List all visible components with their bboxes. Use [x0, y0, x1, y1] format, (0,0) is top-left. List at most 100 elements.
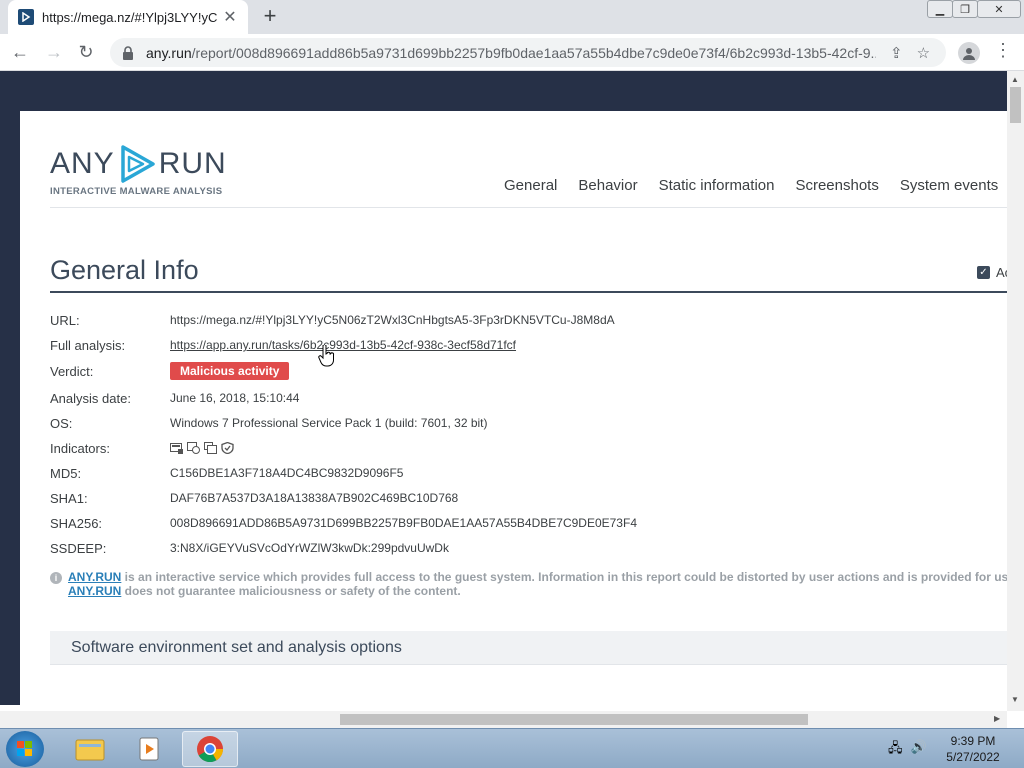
executable-indicator-icon[interactable]	[170, 442, 183, 454]
vertical-scrollbar[interactable]: ▲ ▼	[1007, 71, 1024, 711]
row-label: SSDEEP:	[50, 540, 107, 556]
folder-icon	[75, 739, 105, 761]
anyrun-favicon-icon	[18, 9, 34, 25]
start-button[interactable]	[6, 731, 44, 767]
network-tray-icon[interactable]: 🖧	[888, 739, 903, 761]
analysis-date-value: June 16, 2018, 15:10:44	[170, 391, 300, 405]
anyrun-logo[interactable]: ANY RUN INTERACTIVE MALWARE ANALYSIS	[50, 144, 227, 197]
advanced-toggle[interactable]: ✓ Ac	[977, 265, 1007, 280]
bookmark-star-icon[interactable]: ☆	[917, 44, 930, 62]
browser-viewport: ANY RUN INTERACTIVE MALWARE ANALYSIS Gen…	[0, 71, 1007, 705]
shield-indicator-icon[interactable]	[221, 442, 234, 454]
scroll-down-icon[interactable]: ▼	[1011, 695, 1019, 704]
row-label: SHA1:	[50, 490, 88, 506]
row-label: Indicators:	[50, 440, 110, 456]
tab-strip: https://mega.nz/#!Ylpj3LYY!yC5N ✕ + ▁ ❐ …	[0, 0, 1024, 34]
taskbar-media-player[interactable]	[122, 731, 178, 767]
browser-tab[interactable]: https://mega.nz/#!Ylpj3LYY!yC5N ✕	[8, 0, 248, 34]
row-label: URL:	[50, 312, 80, 328]
new-tab-button[interactable]: +	[258, 4, 282, 28]
horizontal-scrollbar[interactable]: ▶	[0, 711, 1007, 728]
software-environment-section[interactable]: Software environment set and analysis op…	[50, 631, 1007, 665]
chrome-icon	[197, 736, 224, 763]
scroll-up-icon[interactable]: ▲	[1011, 75, 1019, 84]
vertical-scroll-thumb[interactable]	[1010, 87, 1021, 123]
multiprocess-indicator-icon[interactable]	[204, 442, 217, 454]
report-nav: General Behavior Static information Scre…	[504, 177, 998, 194]
row-os: OS: Windows 7 Professional Service Pack …	[50, 414, 488, 432]
nav-static-information[interactable]: Static information	[659, 177, 775, 194]
sha1-value: DAF76B7A537D3A18A13838A7B902C469BC10D768	[170, 491, 459, 505]
volume-tray-icon[interactable]: 🔊	[911, 739, 927, 761]
windows-taskbar: 🖧 🔊 9:39 PM 5/27/2022	[0, 728, 1024, 768]
logo-play-icon	[120, 145, 155, 183]
title-underline	[50, 291, 1007, 293]
logo-subtitle: INTERACTIVE MALWARE ANALYSIS	[50, 186, 223, 197]
taskbar-chrome[interactable]	[182, 731, 238, 767]
address-bar[interactable]: any.run/report/008d896691add86b5a9731d69…	[110, 38, 946, 67]
clock-time: 9:39 PM	[950, 734, 996, 748]
row-analysis-date: Analysis date: June 16, 2018, 15:10:44	[50, 389, 299, 407]
disclaimer-note: i ANY.RUN is an interactive service which…	[50, 570, 1007, 598]
browser-toolbar: ← → ↻ any.run/report/008d896691add86b5a9…	[0, 34, 1024, 71]
ssdeep-value: 3:N8X/iGEYVuSVcOdYrWZlW3kwDk:299pdvuUwDk	[170, 541, 449, 555]
clock-date: 5/27/2022	[946, 750, 1000, 764]
full-analysis-link[interactable]: https://app.any.run/tasks/6b2c993d-13b5-…	[170, 338, 516, 352]
row-verdict: Verdict: Malicious activity	[50, 362, 290, 380]
info-icon: i	[50, 572, 62, 584]
row-label: SHA256:	[50, 515, 103, 531]
nav-divider	[50, 207, 1007, 208]
row-ssdeep: SSDEEP: 3:N8X/iGEYVuSVcOdYrWZlW3kwDk:299…	[50, 539, 449, 557]
anyrun-link[interactable]: ANY.RUN	[68, 584, 121, 598]
logo-text-right: RUN	[158, 147, 227, 180]
row-label: Verdict:	[50, 363, 94, 379]
reload-icon[interactable]: ↻	[74, 40, 98, 64]
back-icon[interactable]: ←	[8, 40, 32, 64]
nav-general[interactable]: General	[504, 177, 557, 194]
nav-behavior[interactable]: Behavior	[578, 177, 637, 194]
close-window-button[interactable]: ✕	[977, 0, 1021, 18]
row-url: URL: https://mega.nz/#!Ylpj3LYY!yC5N06zT…	[50, 311, 615, 329]
scroll-right-icon[interactable]: ▶	[994, 714, 1000, 723]
row-label: MD5:	[50, 465, 82, 481]
restore-button[interactable]: ❐	[952, 0, 978, 18]
windows-logo-icon	[17, 741, 32, 756]
row-sha256: SHA256: 008D896691ADD86B5A9731D699BB2257…	[50, 514, 637, 532]
row-sha1: SHA1: DAF76B7A537D3A18A13838A7B902C469BC…	[50, 489, 458, 507]
checkbox-checked-icon[interactable]: ✓	[977, 266, 990, 279]
general-info-title: General Info	[50, 255, 199, 285]
advanced-label: Ac	[996, 265, 1007, 280]
note-text-2: does not guarantee maliciousness or safe…	[121, 584, 461, 598]
row-label: Analysis date:	[50, 390, 131, 406]
logo-text-left: ANY	[50, 147, 115, 180]
row-label: OS:	[50, 415, 73, 431]
tab-close-icon[interactable]: ✕	[222, 7, 238, 27]
row-indicators: Indicators:	[50, 439, 234, 457]
note-text-1: is an interactive service which provides…	[121, 570, 1007, 584]
tab-title: https://mega.nz/#!Ylpj3LYY!yC5N	[42, 9, 218, 25]
lock-icon	[123, 45, 133, 60]
share-icon[interactable]: ⇪	[890, 44, 903, 62]
nav-screenshots[interactable]: Screenshots	[795, 177, 878, 194]
row-label: Full analysis:	[50, 337, 126, 353]
hand-pointer-icon	[318, 345, 335, 367]
indicator-icons	[170, 442, 234, 454]
taskbar-explorer[interactable]	[62, 731, 118, 767]
md5-value: C156DBE1A3F718A4DC4BC9832D9096F5	[170, 466, 404, 480]
media-player-icon	[139, 737, 159, 761]
nav-system-events[interactable]: System events	[900, 177, 998, 194]
browser-menu-icon[interactable]: ⋮	[994, 40, 1012, 61]
profile-avatar-icon[interactable]	[958, 42, 980, 64]
taskbar-clock[interactable]: 9:39 PM 5/27/2022	[940, 733, 1006, 765]
network-indicator-icon[interactable]	[187, 442, 200, 454]
forward-icon[interactable]: →	[42, 40, 66, 64]
url-value: https://mega.nz/#!Ylpj3LYY!yC5N06zT2Wxl3…	[170, 313, 615, 327]
horizontal-scroll-thumb[interactable]	[340, 714, 808, 725]
os-value: Windows 7 Professional Service Pack 1 (b…	[170, 416, 488, 430]
address-url: any.run/report/008d896691add86b5a9731d69…	[146, 44, 876, 61]
minimize-button[interactable]: ▁	[927, 0, 953, 18]
anyrun-link[interactable]: ANY.RUN	[68, 570, 121, 584]
row-md5: MD5: C156DBE1A3F718A4DC4BC9832D9096F5	[50, 464, 403, 482]
verdict-badge: Malicious activity	[170, 362, 290, 380]
section-title: Software environment set and analysis op…	[71, 638, 402, 656]
